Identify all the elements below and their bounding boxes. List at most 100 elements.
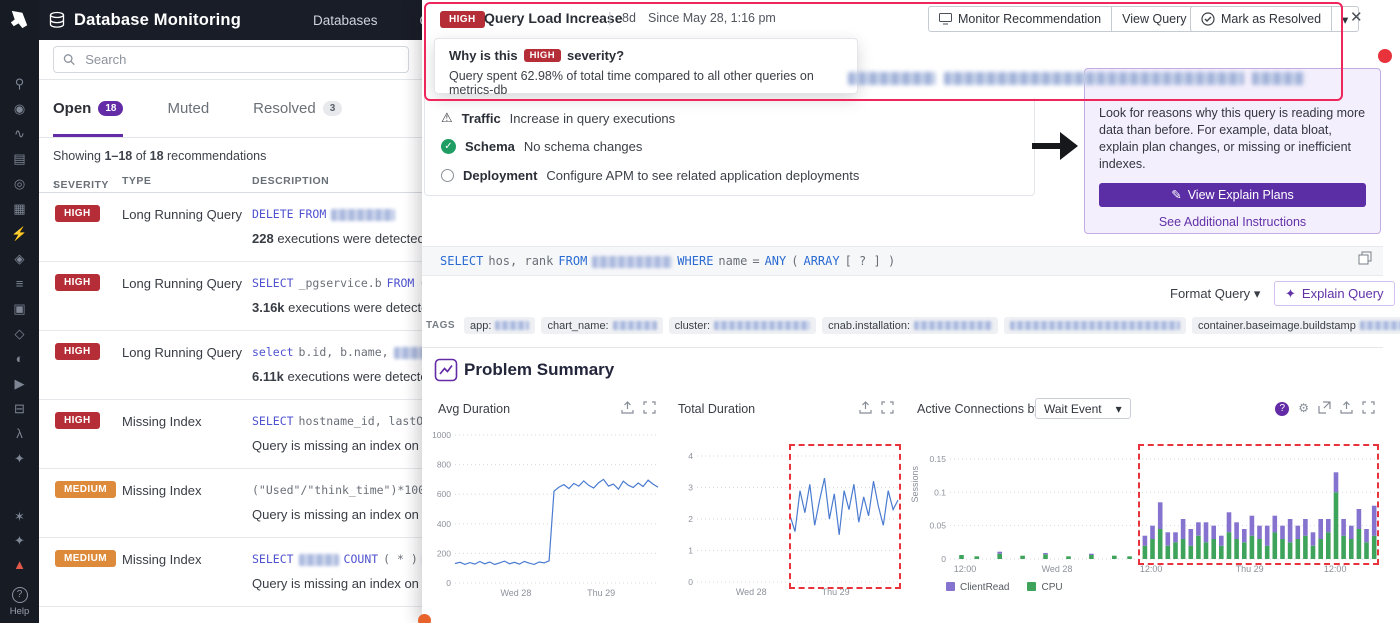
text-segment: Query is missing an index on [252,438,423,453]
severity-badge: MEDIUM [55,481,116,498]
legend-item[interactable]: ClientRead [946,582,1009,593]
export-icon[interactable] [859,401,872,416]
tab-count-badge: 3 [323,101,343,116]
svg-text:Wed 28: Wed 28 [1042,564,1073,574]
paw-icon[interactable]: ✶ [10,509,30,525]
tab-open[interactable]: Open18 [53,80,123,137]
tag-pill[interactable]: container.baseimage.buildstamp [1192,317,1400,334]
dog-logo-glyph [7,7,32,32]
sidebar: ⚲◉∿▤◎▦⚡◈≡▣◇◐▶⊟λ✦ ✶✦▲ ? Help [0,0,39,623]
svg-text:4: 4 [688,451,693,461]
sidebar-icons: ⚲ ◉ ∿ ▤ ◎ ▦ ⚡ ◈ ≡ ▣ ◇ ◐ ▶ ⊟ λ ✦ [10,76,30,467]
export-icon[interactable] [621,401,634,416]
text-segment: 6.11k [252,369,284,384]
empty-circle-icon [441,169,454,182]
monitors-icon[interactable]: ◎ [10,176,30,192]
recommendation-type: Missing Index [122,483,201,498]
database-icon[interactable]: ⊟ [10,401,30,417]
tag-pill[interactable]: cnab.installation: [822,317,998,334]
text-segment: FROM [558,254,587,268]
total-duration-plot: 01234Wed 28Thu 29 [668,422,906,608]
svg-text:0: 0 [446,578,451,588]
text-segment: [ ? ] ) [845,254,896,268]
view-query-button[interactable]: View Query [1111,6,1197,32]
events-icon[interactable]: ▤ [10,151,30,167]
text-segment: name [718,254,747,268]
apm-icon[interactable]: ⚡ [10,226,30,242]
problem-summary-icon [434,358,458,387]
redacted-text [592,256,672,268]
recommendation-type: Long Running Query [122,276,242,291]
ci-icon[interactable]: ▶ [10,376,30,392]
nav-databases[interactable]: Databases [313,13,378,28]
datadog-logo-icon[interactable] [6,6,33,33]
help-circle-icon[interactable]: ? [1275,402,1289,416]
chart-total-duration: Total Duration 01234Wed 28Thu 29 [668,396,906,608]
search-box[interactable] [53,46,409,73]
severity-badge: HIGH [55,412,100,429]
metrics-icon[interactable]: ∿ [10,126,30,142]
redacted-text [299,554,339,566]
text-segment: hos, rank [488,254,553,268]
severity-badge: HIGH [55,205,100,222]
expand-icon[interactable] [1362,401,1375,416]
svg-text:Wed 28: Wed 28 [500,588,531,598]
logs-icon[interactable]: ≡ [10,276,30,292]
gear-icon[interactable]: ⚙ [1298,402,1309,415]
tab-muted[interactable]: Muted [167,80,209,137]
workflows-icon[interactable]: ✦ [10,451,30,467]
tag-pill[interactable]: cluster: [669,317,816,334]
text-segment: = [752,254,759,268]
help-icon[interactable]: ? [12,587,28,603]
tab-resolved[interactable]: Resolved3 [253,80,342,137]
text-segment: SELECT [440,254,483,268]
expand-icon[interactable] [881,401,894,416]
redacted-text [1360,321,1400,330]
svg-text:12:00: 12:00 [1140,564,1163,574]
redacted-host-text [848,72,1304,87]
sparkle-icon: ✦ [1285,286,1296,302]
share-icon[interactable] [1318,401,1331,416]
chart-active-connections: Active Connections by Wait Event▾ ? ⚙ Se… [908,396,1381,608]
rum-icon[interactable]: ◐ [10,351,30,367]
severity-tooltip: Why is this HIGH severity? Query spent 6… [434,38,858,94]
tags-label: TAGS [426,320,455,331]
chart-avg-duration: Avg Duration 02004006008001000Wed 28Thu … [424,396,668,608]
mark-resolved-button[interactable]: Mark as Resolved [1190,6,1332,32]
tag-pill[interactable] [1004,317,1186,334]
explain-query-button[interactable]: ✦ Explain Query [1274,281,1395,306]
checklist-item-schema: ✓SchemaNo schema changes [441,139,642,154]
svg-text:0.15: 0.15 [929,454,946,464]
rocket-icon[interactable]: ▲ [10,557,30,573]
text-segment: executions were detected wit [274,231,445,246]
redacted-text [613,321,657,330]
text-segment: hostname_id, lastOf [299,414,431,428]
synthetics-icon[interactable]: ◇ [10,326,30,342]
network-icon[interactable]: ◈ [10,251,30,267]
sparkle-icon[interactable]: ✦ [10,533,30,549]
export-icon[interactable] [1340,401,1353,416]
recommendation-description: 6.11k executions were detected w [252,369,448,384]
infrastructure-icon[interactable]: ▦ [10,201,30,217]
monitor-recommendation-button[interactable]: Monitor Recommendation [928,6,1112,32]
security-icon[interactable]: ▣ [10,301,30,317]
close-panel-button[interactable]: ✕ [1350,8,1363,26]
expand-icon[interactable] [643,401,656,416]
serverless-icon[interactable]: λ [10,426,30,442]
resolve-button-group: Mark as Resolved ▾ [1190,6,1359,32]
view-explain-plans-button[interactable]: ✎ View Explain Plans [1099,183,1366,207]
wait-event-select[interactable]: Wait Event▾ [1035,398,1131,419]
search-input[interactable] [83,51,399,68]
app-window: ⚲◉∿▤◎▦⚡◈≡▣◇◐▶⊟λ✦ ✶✦▲ ? Help Database Mon… [0,0,1400,623]
watchdog-icon[interactable]: ◉ [10,101,30,117]
root-cause-checklist: ⚠TrafficIncrease in query executions✓Sch… [424,98,1035,196]
tag-pill[interactable]: chart_name: [541,317,662,334]
additional-instructions-link[interactable]: See Additional Instructions [1099,215,1366,229]
copy-query-icon[interactable] [1358,251,1372,270]
format-query-dropdown[interactable]: Format Query ▾ [1170,286,1260,302]
search-icon[interactable]: ⚲ [10,76,30,92]
legend-item[interactable]: CPU [1027,582,1062,593]
recommendation-description: 3.16k executions were detected w [252,300,449,315]
tag-pill[interactable]: app: [464,317,535,334]
text-segment: SELECT [252,276,294,290]
